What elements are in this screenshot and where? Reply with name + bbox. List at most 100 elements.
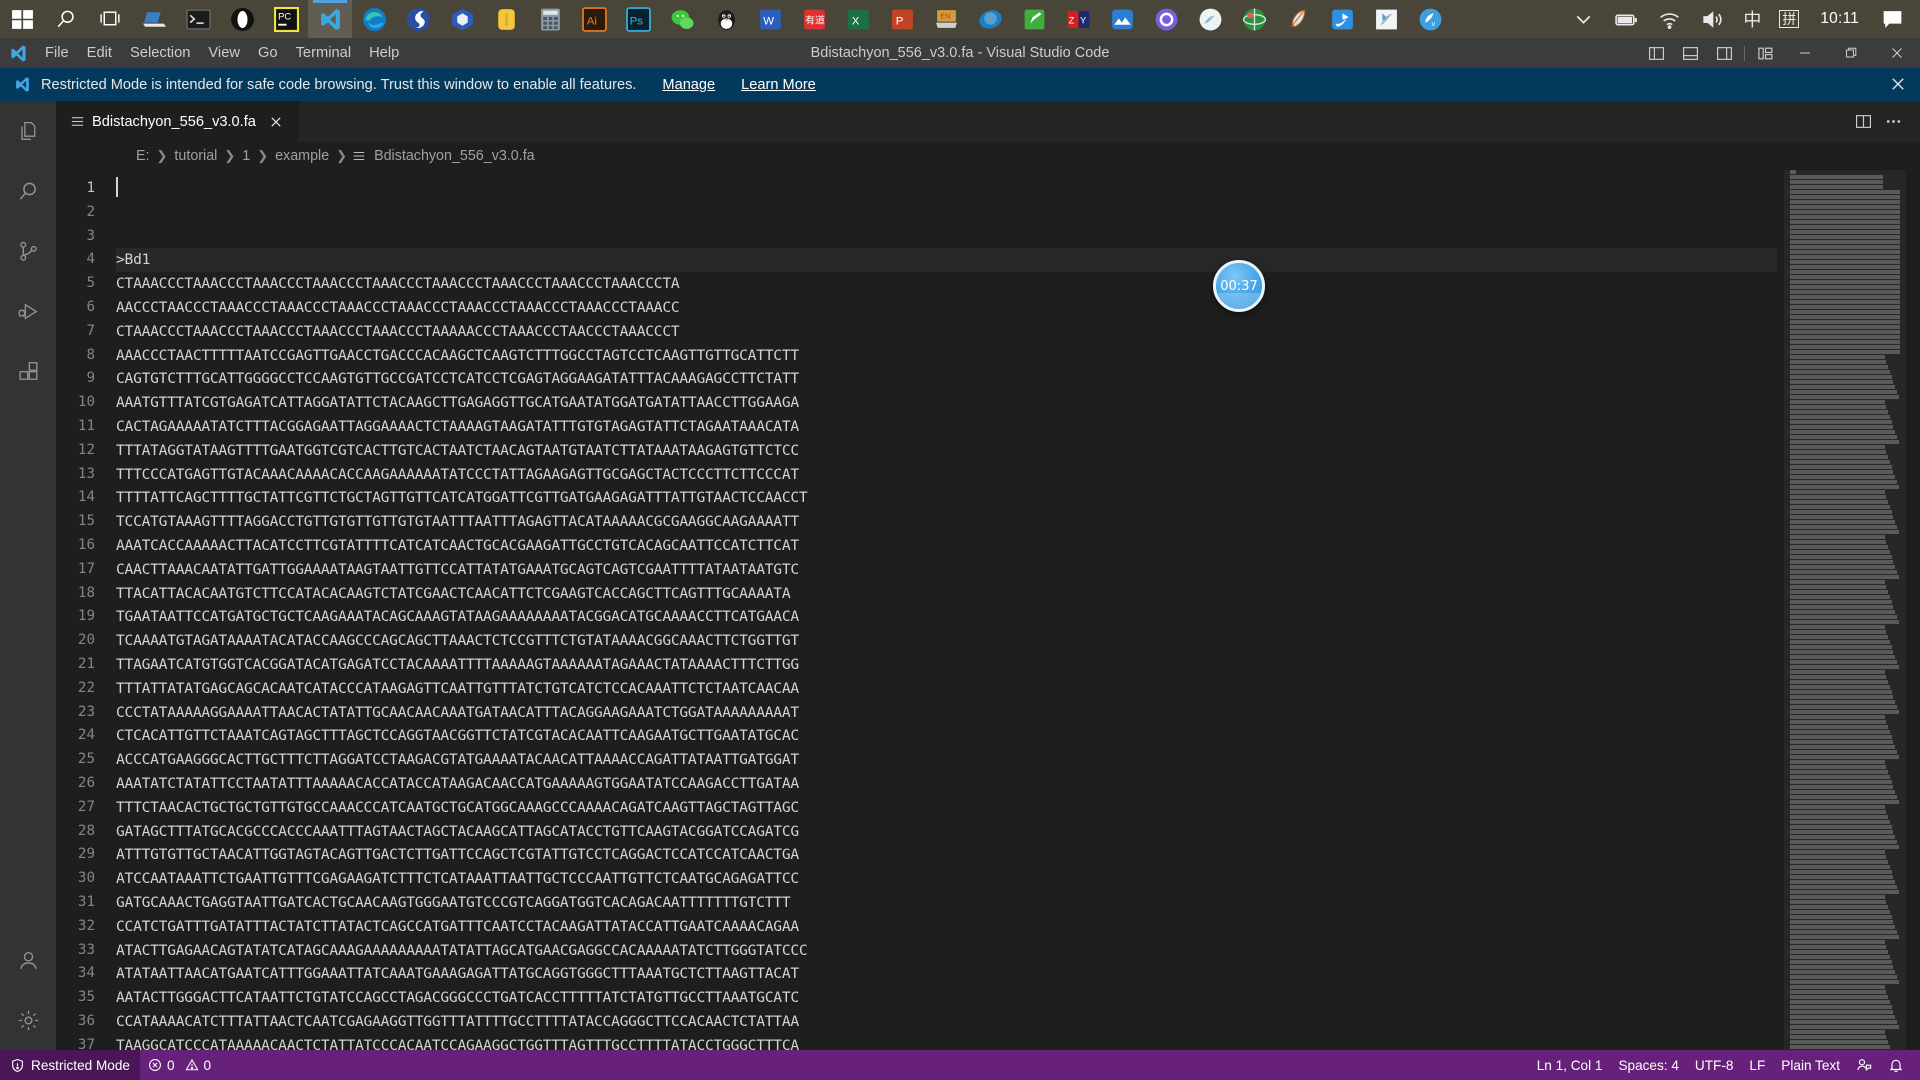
code-line[interactable]: GATAGCTTTATGCACGCCCACCCAAATTTAGTAACTAGCT… bbox=[116, 820, 1777, 844]
toggle-primary-sidebar-button[interactable] bbox=[1639, 38, 1673, 68]
code-line[interactable]: CAACTTAAACAATATTGATTGGAAAATAAGTAATTGTTCC… bbox=[116, 558, 1777, 582]
code-line[interactable]: AATACTTGGGACTTCATAATTCTGTATCCAGCCTAGACGG… bbox=[116, 986, 1777, 1010]
status-encoding[interactable]: UTF-8 bbox=[1687, 1050, 1742, 1080]
split-editor-icon[interactable] bbox=[1848, 101, 1878, 142]
code-line[interactable]: TCCATGTAAAGTTTTAGGACCTGTTGTGTTGTTGTGTAAT… bbox=[116, 510, 1777, 534]
taskbar-app-circle-o[interactable] bbox=[1144, 0, 1188, 38]
toggle-panel-button[interactable] bbox=[1673, 38, 1707, 68]
code-line[interactable]: TTTATAGGTATAAGTTTTGAATGGTCGTCACTTGTCACTA… bbox=[116, 439, 1777, 463]
code-line[interactable]: ATTTGTGTTGCTAACATTGGTAGTACAGTTGACTCTTGAT… bbox=[116, 843, 1777, 867]
code-line[interactable]: CACTAGAAAAATATCTTTACGGAGAATTAGGAAAACTCTA… bbox=[116, 415, 1777, 439]
menu-go[interactable]: Go bbox=[249, 38, 287, 68]
breadcrumb-item-2[interactable]: 1 bbox=[240, 148, 252, 164]
status-language-mode[interactable]: Plain Text bbox=[1773, 1050, 1848, 1080]
sidebar-item-search[interactable] bbox=[0, 161, 56, 221]
toggle-secondary-sidebar-button[interactable] bbox=[1707, 38, 1741, 68]
account-icon[interactable] bbox=[0, 930, 56, 990]
editor-scrollbar[interactable] bbox=[1906, 170, 1920, 1050]
taskbar-app-unity[interactable] bbox=[440, 0, 484, 38]
code-line[interactable]: TGAATAATTCCATGATGCTGCTCAAGAAATACAGCAAAGT… bbox=[116, 605, 1777, 629]
breadcrumb-file[interactable]: Bdistachyon_556_v3.0.fa bbox=[372, 148, 537, 164]
code-line[interactable]: CCCTATAAAAAGGAAAATTAACACTATATTGCAACAACAA… bbox=[116, 701, 1777, 725]
menu-edit[interactable]: Edit bbox=[78, 38, 121, 68]
code-line[interactable]: TTTCTAACACTGCTGCTGTTGTGCCAAACCCATCAATGCT… bbox=[116, 796, 1777, 820]
taskbar-app-pycharm[interactable]: PC bbox=[264, 0, 308, 38]
code-line[interactable]: CCATAAAACATCTTTATTAACTCAATCGAGAAGGTTGGTT… bbox=[116, 1010, 1777, 1034]
manage-trust-link[interactable]: Manage bbox=[662, 77, 715, 93]
taskbar-app-qq[interactable] bbox=[704, 0, 748, 38]
menu-file[interactable]: File bbox=[36, 38, 78, 68]
battery-icon[interactable] bbox=[1605, 0, 1648, 38]
ime-language-indicator[interactable]: 中 bbox=[1734, 0, 1770, 38]
code-line[interactable]: AAATGTTTATCGTGAGATCATTAGGATATTCTACAAGCTT… bbox=[116, 391, 1777, 415]
taskbar-app-calculator[interactable] bbox=[528, 0, 572, 38]
breadcrumb-item-1[interactable]: tutorial bbox=[172, 148, 219, 164]
status-eol[interactable]: LF bbox=[1741, 1050, 1773, 1080]
code-line[interactable]: TTTATTATATGAGCAGCACAATCATACCCATAAGAGTTCA… bbox=[116, 677, 1777, 701]
tab-bdistachyon-fa[interactable]: Bdistachyon_556_v3.0.fa bbox=[56, 101, 300, 142]
maximize-button[interactable] bbox=[1828, 38, 1874, 68]
speaker-icon[interactable] bbox=[1691, 0, 1734, 38]
ime-pinyin-indicator[interactable]: 拼 bbox=[1770, 0, 1808, 38]
close-icon[interactable] bbox=[266, 111, 287, 132]
code-line[interactable]: TAAGGCATCCCATAAAAACAACTCTATTATCCCACAATCC… bbox=[116, 1034, 1777, 1050]
show-hidden-icons-button[interactable] bbox=[1562, 0, 1605, 38]
taskbar-app-word[interactable]: W bbox=[748, 0, 792, 38]
code-line[interactable]: ATCCAATAAATTCTGAATTGTTTCGAGAAGATCTTTCTCA… bbox=[116, 867, 1777, 891]
status-restricted-mode[interactable]: Restricted Mode bbox=[0, 1050, 140, 1080]
taskbar-app-sv[interactable]: v bbox=[1408, 0, 1452, 38]
taskbar-app-white-app[interactable] bbox=[1188, 0, 1232, 38]
taskbar-app-ie[interactable] bbox=[968, 0, 1012, 38]
taskbar-app-wechat[interactable] bbox=[660, 0, 704, 38]
code-line[interactable]: CTCACATTGTTCTAAATCAGTAGCTTTAGCTCCAGGTAAC… bbox=[116, 724, 1777, 748]
code-line[interactable]: ATACTTGAGAACAGTATATCATAGCAAAGAAAAAAAAATA… bbox=[116, 939, 1777, 963]
wifi-icon[interactable] bbox=[1648, 0, 1691, 38]
taskbar-app-sketch[interactable] bbox=[1364, 0, 1408, 38]
sidebar-item-run-and-debug[interactable] bbox=[0, 281, 56, 341]
taskbar-app-zy[interactable]: ZY bbox=[1056, 0, 1100, 38]
taskbar-app-vscode[interactable] bbox=[308, 0, 352, 38]
code-line[interactable]: AACCCTAACCCTAAACCCTAAACCCTAAACCCTAAACCCT… bbox=[116, 296, 1777, 320]
code-line[interactable]: AAACCCTAACTTTTTAATCCGAGTTGAACCTGACCCACAA… bbox=[116, 344, 1777, 368]
taskbar-app-photoshop[interactable]: Ps bbox=[616, 0, 660, 38]
code-line[interactable]: TTTTATTCAGCTTTTGCTATTCGTTCTGCTAGTTGTTCAT… bbox=[116, 486, 1777, 510]
taskbar-app-bird[interactable] bbox=[1320, 0, 1364, 38]
customize-layout-button[interactable] bbox=[1748, 38, 1782, 68]
code-line[interactable]: TTTCCCATGAGTTGTACAAACAAAACACCAAGAAAAAATA… bbox=[116, 463, 1777, 487]
taskbar-app-edge[interactable] bbox=[352, 0, 396, 38]
ellipsis-icon[interactable] bbox=[1878, 101, 1908, 142]
menu-terminal[interactable]: Terminal bbox=[287, 38, 361, 68]
taskbar-app-blue-chart[interactable] bbox=[1100, 0, 1144, 38]
code-line[interactable]: GATGCAAACTGAGGTAATTGATCACTGCAACAAGTGGGAA… bbox=[116, 891, 1777, 915]
sidebar-item-source-control[interactable] bbox=[0, 221, 56, 281]
taskbar-app-illustrator[interactable]: Ai bbox=[572, 0, 616, 38]
taskbar-app-en-dictionary[interactable]: EN bbox=[924, 0, 968, 38]
learn-more-link[interactable]: Learn More bbox=[741, 77, 816, 93]
code-line[interactable]: >Bd1 bbox=[116, 248, 1777, 273]
sidebar-item-explorer[interactable] bbox=[0, 101, 56, 161]
remote-person-icon[interactable] bbox=[1848, 1050, 1880, 1080]
taskbar-app-file-explorer[interactable] bbox=[132, 0, 176, 38]
code-line[interactable]: TTAGAATCATGTGGTCACGGATACATGAGATCCTACAAAA… bbox=[116, 653, 1777, 677]
taskbar-app-globe[interactable] bbox=[1232, 0, 1276, 38]
sidebar-item-extensions[interactable] bbox=[0, 341, 56, 401]
menu-help[interactable]: Help bbox=[360, 38, 408, 68]
code-content[interactable]: >Bd1 CTAAACCCTAAACCCTAAACCCTAAACCCTAAACCC… bbox=[116, 170, 1777, 1050]
taskbar-app-green-editor[interactable] bbox=[1012, 0, 1056, 38]
code-line[interactable]: CCATCTGATTTGATATTTACTATCTTATACTCAGCCATGA… bbox=[116, 915, 1777, 939]
taskbar-app-powerpoint[interactable]: P bbox=[880, 0, 924, 38]
code-line[interactable]: CTAAACCCTAAACCCTAAACCCTAAACCCTAAACCCTAAA… bbox=[116, 320, 1777, 344]
breadcrumb-item-3[interactable]: example bbox=[273, 148, 331, 164]
gear-icon[interactable] bbox=[0, 990, 56, 1050]
start-button[interactable] bbox=[0, 0, 44, 38]
status-indentation[interactable]: Spaces: 4 bbox=[1610, 1050, 1686, 1080]
code-line[interactable]: ATATAATTAACATGAATCATTTGGAAATTATCAAATGAAA… bbox=[116, 962, 1777, 986]
menu-view[interactable]: View bbox=[199, 38, 249, 68]
breadcrumb-item-0[interactable]: E: bbox=[134, 148, 152, 164]
taskbar-app-feather[interactable] bbox=[1276, 0, 1320, 38]
menu-selection[interactable]: Selection bbox=[121, 38, 199, 68]
code-line[interactable]: ACCCATGAAGGGCACTTGCTTTCTTAGGATCCTAAGACGT… bbox=[116, 748, 1777, 772]
close-button[interactable] bbox=[1874, 38, 1920, 68]
bell-icon[interactable] bbox=[1880, 1050, 1912, 1080]
close-banner-button[interactable] bbox=[1888, 74, 1908, 94]
